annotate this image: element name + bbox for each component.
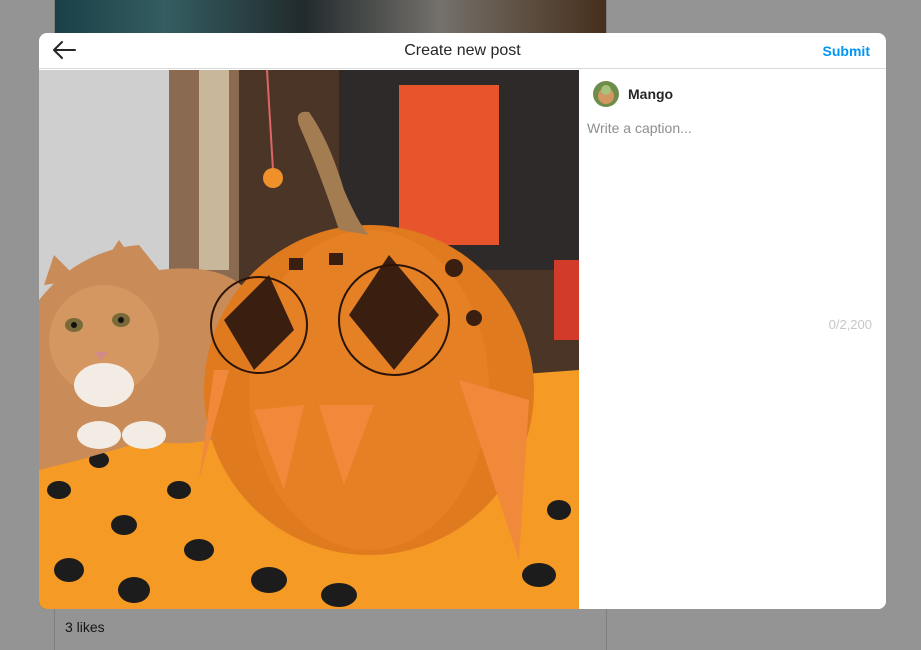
caption-input[interactable] <box>587 120 875 280</box>
post-details-panel: Mango 0/2,200 <box>579 70 886 609</box>
caption-char-counter: 0/2,200 <box>828 317 872 332</box>
post-photo <box>39 70 579 609</box>
modal-header: Create new post Submit <box>39 33 886 69</box>
author-username[interactable]: Mango <box>628 86 673 102</box>
submit-button[interactable]: Submit <box>823 43 870 59</box>
avatar[interactable] <box>593 81 619 107</box>
author-row: Mango <box>593 81 673 107</box>
modal-title: Create new post <box>404 42 521 59</box>
create-post-modal: Create new post Submit Mango Write a cap… <box>39 33 886 609</box>
